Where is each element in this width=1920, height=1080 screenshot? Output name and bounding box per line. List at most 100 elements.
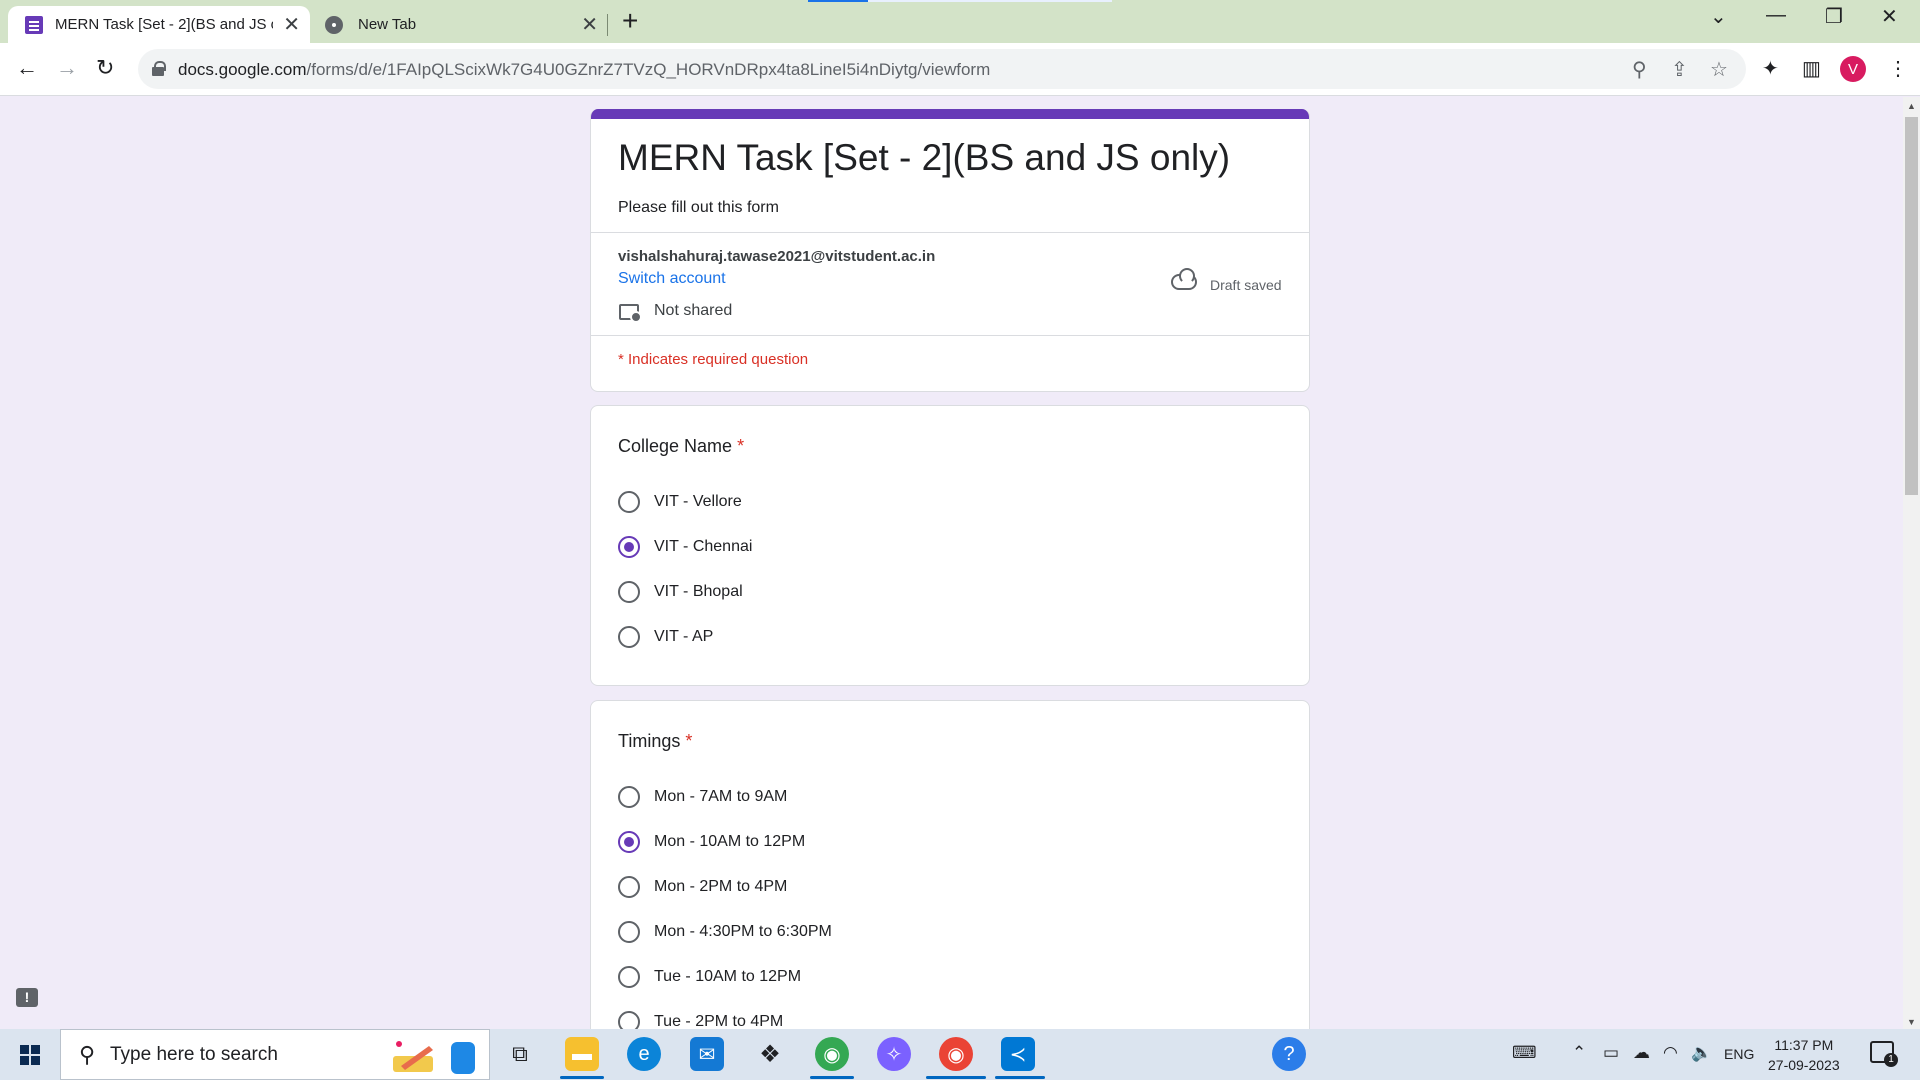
url-text[interactable]: docs.google.com/forms/d/e/1FAIpQLScixWk7… xyxy=(178,60,990,80)
vscode-icon[interactable]: ≺ xyxy=(1001,1037,1035,1071)
radio-option[interactable]: Mon - 10AM to 12PM xyxy=(618,830,805,854)
question-card-college: College Name * VIT - Vellore VIT - Chenn… xyxy=(590,405,1310,686)
reload-icon[interactable]: ↻ xyxy=(96,55,114,81)
share-icon[interactable]: ⇪ xyxy=(1671,57,1688,82)
feedback-icon[interactable]: ! xyxy=(16,988,38,1007)
restore-button[interactable]: ❐ xyxy=(1825,4,1843,29)
active-app-indicator xyxy=(560,1076,604,1079)
address-bar[interactable]: docs.google.com/forms/d/e/1FAIpQLScixWk7… xyxy=(138,49,1746,89)
not-shared-label: Not shared xyxy=(654,302,733,319)
volume-icon[interactable]: 🔈 xyxy=(1691,1043,1712,1063)
active-app-indicator xyxy=(810,1076,854,1079)
help-icon[interactable]: ? xyxy=(1272,1037,1306,1071)
form-accent-bar xyxy=(591,109,1309,119)
loading-indicator xyxy=(808,0,868,2)
close-icon[interactable]: ✕ xyxy=(581,12,598,37)
radio-option[interactable]: VIT - AP xyxy=(618,625,713,649)
active-app-indicator xyxy=(995,1076,1045,1079)
scroll-down-arrow-icon[interactable]: ▼ xyxy=(1907,1017,1916,1027)
radio-button[interactable] xyxy=(618,581,640,603)
radio-option[interactable]: Tue - 10AM to 12PM xyxy=(618,965,801,989)
question-title-text: Timings xyxy=(618,731,681,751)
lock-icon[interactable] xyxy=(152,61,166,76)
url-path: /forms/d/e/1FAIpQLScixWk7G4U0GZnrZ7TVzQ_… xyxy=(306,60,991,79)
chrome-profile-icon[interactable]: ◉ xyxy=(939,1037,973,1071)
tab-search-icon[interactable]: ⌄ xyxy=(1710,4,1727,29)
side-panel-icon[interactable]: ▥ xyxy=(1802,56,1821,81)
chrome-icon xyxy=(325,15,343,34)
extensions-icon[interactable]: ✦ xyxy=(1762,56,1779,81)
copilot-icon[interactable]: ✧ xyxy=(877,1037,911,1071)
option-label: Tue - 10AM to 12PM xyxy=(654,968,802,985)
windows-taskbar: ⚲ Type here to search ⧉ ▬ e ✉ ❖ ◉ ✧ ◉ ≺ … xyxy=(0,1029,1920,1080)
radio-button[interactable] xyxy=(618,626,640,648)
switch-account-link[interactable]: Switch account xyxy=(618,270,726,288)
chrome-icon[interactable]: ◉ xyxy=(815,1037,849,1071)
tab-new-tab[interactable]: New Tab ✕ xyxy=(318,6,608,43)
radio-option[interactable]: Mon - 4:30PM to 6:30PM xyxy=(618,920,832,944)
radio-button[interactable] xyxy=(618,786,640,808)
radio-button[interactable] xyxy=(618,491,640,513)
radio-button[interactable] xyxy=(618,966,640,988)
page-scrollbar[interactable]: ▲ ▼ xyxy=(1903,97,1920,1029)
bookmark-star-icon[interactable]: ☆ xyxy=(1710,57,1728,82)
new-tab-button[interactable]: + xyxy=(622,6,638,36)
taskbar-search-box[interactable]: ⚲ Type here to search xyxy=(60,1029,490,1080)
file-explorer-icon[interactable]: ▬ xyxy=(565,1037,599,1071)
url-host: docs.google.com xyxy=(178,60,307,79)
windows-start-icon[interactable] xyxy=(20,1045,40,1065)
option-label: Mon - 4:30PM to 6:30PM xyxy=(654,923,832,940)
browser-tab-strip: MERN Task [Set - 2](BS and JS only) ✕ Ne… xyxy=(0,0,1920,43)
google-forms-icon xyxy=(25,15,43,34)
search-highlight-illustration xyxy=(393,1041,475,1074)
close-icon[interactable]: ✕ xyxy=(283,12,300,37)
radio-option[interactable]: VIT - Bhopal xyxy=(618,580,743,604)
language-indicator[interactable]: ENG xyxy=(1724,1046,1754,1062)
option-label: Mon - 2PM to 4PM xyxy=(654,878,788,895)
dropbox-icon[interactable]: ❖ xyxy=(753,1037,787,1071)
radio-button[interactable] xyxy=(618,876,640,898)
cloud-saved-icon xyxy=(1171,268,1197,290)
option-label: Mon - 7AM to 9AM xyxy=(654,788,788,805)
question-title-text: College Name xyxy=(618,436,733,456)
radio-option[interactable]: Mon - 2PM to 4PM xyxy=(618,875,787,899)
tab-mern-task[interactable]: MERN Task [Set - 2](BS and JS only) ✕ xyxy=(8,6,310,43)
taskbar-clock[interactable]: 11:37 PM 27-09-2023 xyxy=(1768,1035,1840,1075)
close-window-button[interactable]: ✕ xyxy=(1881,4,1898,29)
loading-indicator-track xyxy=(868,0,1112,2)
radio-option[interactable]: Mon - 7AM to 9AM xyxy=(618,785,787,809)
scroll-thumb[interactable] xyxy=(1905,117,1918,495)
scroll-up-arrow-icon[interactable]: ▲ xyxy=(1907,101,1916,111)
account-email: vishalshahuraj.tawase2021@vitstudent.ac.… xyxy=(618,248,936,265)
draft-status: Draft saved xyxy=(1210,277,1282,293)
tab-title: MERN Task [Set - 2](BS and JS only) xyxy=(55,16,273,33)
more-menu-icon[interactable]: ⋮ xyxy=(1888,56,1908,81)
radio-option[interactable]: VIT - Chennai xyxy=(618,535,752,559)
tab-separator xyxy=(607,14,608,36)
task-view-icon[interactable]: ⧉ xyxy=(503,1037,537,1071)
radio-option[interactable]: VIT - Vellore xyxy=(618,490,742,514)
question-card-timings: Timings * Mon - 7AM to 9AM Mon - 10AM to… xyxy=(590,700,1310,1040)
mail-icon[interactable]: ✉ xyxy=(690,1037,724,1071)
wifi-icon[interactable]: ◠ xyxy=(1663,1043,1678,1063)
minimize-button[interactable]: — xyxy=(1766,4,1786,27)
chevron-up-icon[interactable]: ⌃ xyxy=(1572,1043,1586,1063)
battery-icon[interactable]: ▭ xyxy=(1603,1043,1619,1063)
forward-arrow-icon[interactable]: → xyxy=(56,55,78,81)
form-header-card: MERN Task [Set - 2](BS and JS only) Plea… xyxy=(590,109,1310,392)
option-label: VIT - Bhopal xyxy=(654,583,743,600)
onedrive-cloud-icon[interactable]: ☁ xyxy=(1633,1043,1650,1063)
divider xyxy=(591,232,1309,233)
clock-date: 27-09-2023 xyxy=(1768,1057,1840,1073)
keyboard-icon[interactable]: ⌨ xyxy=(1512,1043,1537,1063)
radio-button[interactable] xyxy=(618,921,640,943)
form-title: MERN Task [Set - 2](BS and JS only) xyxy=(618,137,1231,178)
active-app-indicator xyxy=(926,1076,986,1079)
profile-avatar[interactable]: V xyxy=(1840,56,1866,82)
zoom-icon[interactable]: ⚲ xyxy=(1632,57,1647,82)
radio-button-selected[interactable] xyxy=(618,536,640,558)
back-arrow-icon[interactable]: ← xyxy=(16,55,38,81)
notification-icon[interactable]: 1 xyxy=(1870,1041,1898,1067)
radio-button-selected[interactable] xyxy=(618,831,640,853)
edge-icon[interactable]: e xyxy=(627,1037,661,1071)
